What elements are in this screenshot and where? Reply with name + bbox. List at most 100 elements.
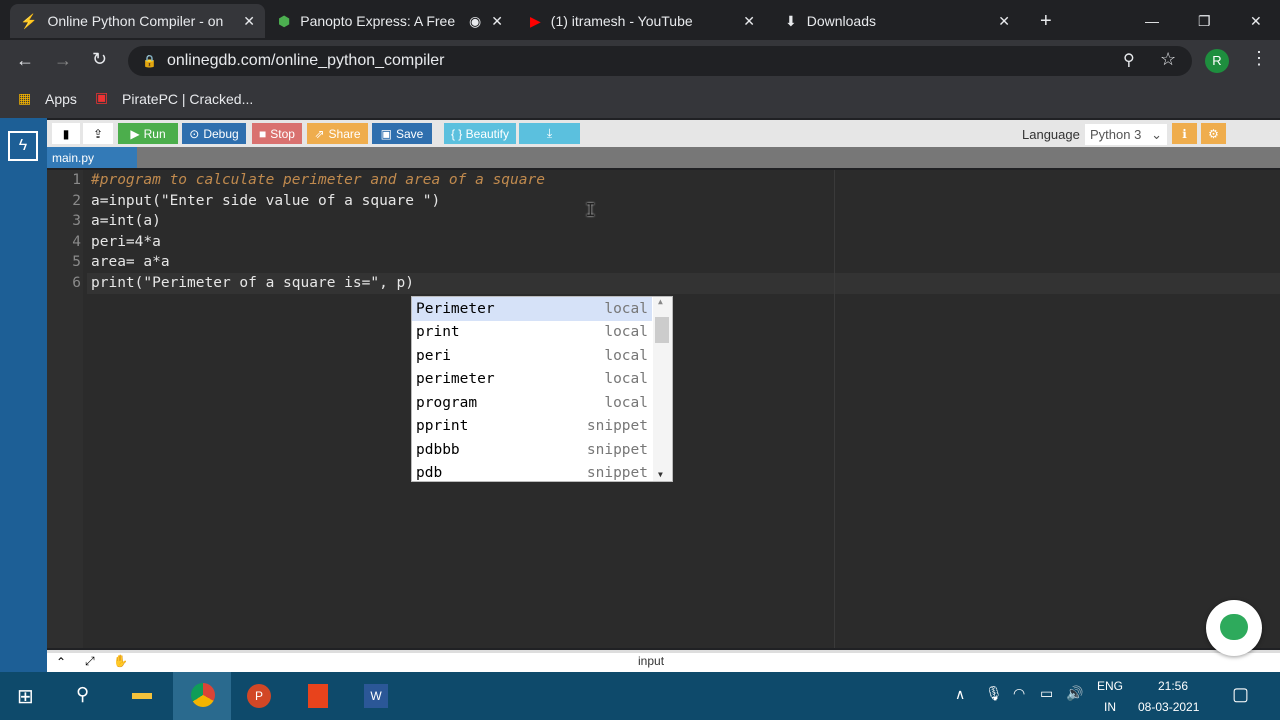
download-button[interactable]: ⤓ bbox=[519, 123, 580, 144]
settings-button[interactable]: ⚙ bbox=[1201, 123, 1226, 144]
suggestion-label: Perimeter bbox=[416, 300, 495, 317]
region-indicator: IN bbox=[1104, 700, 1116, 714]
tab-main-py[interactable]: main.py bbox=[47, 147, 137, 168]
zoom-icon[interactable]: ⚲ bbox=[1123, 50, 1135, 70]
word-icon[interactable]: W bbox=[364, 684, 388, 708]
line-number: 2 bbox=[72, 192, 81, 209]
download-icon: ⬇ bbox=[785, 12, 797, 29]
suggestion-kind: local bbox=[604, 394, 648, 411]
minimize-button[interactable]: — bbox=[1135, 4, 1169, 38]
chrome-taskbar-button[interactable] bbox=[173, 672, 231, 720]
language-label: Language bbox=[1022, 127, 1080, 142]
bookmark-piratepc[interactable]: PiratePC | Cracked... bbox=[122, 91, 253, 107]
stop-button[interactable]: ■ Stop bbox=[252, 123, 302, 144]
chrome-icon bbox=[191, 683, 215, 707]
save-icon: ▣ bbox=[380, 126, 392, 141]
close-icon[interactable]: ✕ bbox=[491, 13, 503, 30]
windows-start-icon[interactable]: ⊞ bbox=[17, 684, 34, 709]
autocomplete-item[interactable]: pdb snippet bbox=[412, 462, 652, 486]
url-input[interactable]: 🔒 onlinegdb.com/online_python_compiler bbox=[128, 46, 1192, 76]
suggestion-label: print bbox=[416, 324, 460, 341]
code-line: print("Perimeter of a square is=", p) bbox=[91, 274, 415, 291]
stop-icon: ■ bbox=[259, 126, 267, 141]
wifi-icon[interactable]: ◠ bbox=[1013, 685, 1025, 702]
restore-button[interactable]: ❐ bbox=[1188, 4, 1221, 38]
autocomplete-item[interactable]: perimeter local bbox=[412, 368, 652, 392]
close-window-button[interactable]: ✕ bbox=[1240, 4, 1272, 38]
scrollbar-thumb[interactable] bbox=[655, 317, 669, 343]
suggestion-kind: snippet bbox=[586, 441, 648, 458]
autocomplete-popup[interactable]: Perimeter local print local peri local perimet… bbox=[411, 296, 673, 482]
autocomplete-item[interactable]: peri local bbox=[412, 344, 652, 368]
chevron-up-icon[interactable]: ∧ bbox=[955, 686, 965, 703]
autocomplete-item[interactable]: program local bbox=[412, 391, 652, 415]
bookmark-apps[interactable]: Apps bbox=[45, 91, 77, 107]
scrollbar[interactable]: ▲ ▼ bbox=[653, 297, 672, 481]
sidebar-toggle-icon[interactable]: ϟ bbox=[8, 131, 38, 161]
suggestion-label: program bbox=[416, 394, 478, 411]
autocomplete-item[interactable]: Perimeter local bbox=[412, 297, 652, 321]
taskbar: ⊞ ⚲ ▬ P W ∧ 🎙 ◠ ▭ 🔊 ENG IN 21:56 08-03-2… bbox=[0, 672, 1280, 720]
share-icon: ⇗ bbox=[314, 126, 325, 141]
suggestion-label: peri bbox=[416, 347, 451, 364]
office-icon[interactable] bbox=[308, 684, 328, 708]
code-line: a=input("Enter side value of a square ") bbox=[91, 192, 441, 209]
close-icon[interactable]: ✕ bbox=[243, 13, 255, 30]
battery-icon[interactable]: ▭ bbox=[1040, 685, 1053, 702]
clear-icon[interactable]: ✋ bbox=[113, 654, 128, 668]
youtube-icon: ▶ bbox=[530, 12, 541, 29]
menu-icon[interactable]: ⋮ bbox=[1250, 48, 1268, 69]
avatar[interactable]: R bbox=[1205, 49, 1229, 73]
save-button[interactable]: ▣ Save bbox=[372, 123, 432, 144]
panopto-icon: ⬢ bbox=[278, 12, 291, 29]
autocomplete-item[interactable]: pprint snippet bbox=[412, 415, 652, 439]
collapse-icon[interactable]: ⌃ bbox=[56, 655, 66, 669]
clock-time[interactable]: 21:56 bbox=[1158, 679, 1188, 693]
back-icon[interactable]: ← bbox=[16, 50, 34, 71]
run-button[interactable]: ▶ Run bbox=[118, 123, 178, 144]
suggestion-kind: snippet bbox=[586, 418, 648, 435]
forward-icon[interactable]: → bbox=[54, 50, 72, 71]
download-icon: ⤓ bbox=[546, 126, 553, 140]
browser-tab-strip: ⚡ Online Python Compiler - on ✕ ⬢ Panopto E… bbox=[0, 0, 1280, 40]
upload-button[interactable]: ⇪ bbox=[83, 123, 113, 144]
line-number: 6 bbox=[72, 274, 81, 291]
info-button[interactable]: ℹ bbox=[1172, 123, 1197, 144]
tab-downloads[interactable]: ⬇ Downloads ✕ bbox=[775, 4, 1020, 38]
star-icon[interactable]: ☆ bbox=[1160, 49, 1176, 70]
powerpoint-icon[interactable]: P bbox=[247, 684, 271, 708]
suggestion-kind: local bbox=[604, 347, 648, 364]
info-icon: ℹ bbox=[1182, 126, 1187, 141]
new-file-button[interactable]: ▮ bbox=[52, 123, 80, 144]
new-tab-button[interactable]: + bbox=[1030, 4, 1062, 38]
language-indicator[interactable]: ENG bbox=[1097, 679, 1123, 693]
bookmarks-bar: ▦ Apps ▣ PiratePC | Cracked... bbox=[0, 82, 1280, 118]
share-button[interactable]: ⇗ Share bbox=[307, 123, 368, 144]
close-icon[interactable]: ✕ bbox=[743, 13, 755, 30]
suggestion-kind: local bbox=[604, 300, 648, 317]
tab-online-python-compiler[interactable]: ⚡ Online Python Compiler - on ✕ bbox=[10, 4, 265, 38]
line-number: 1 bbox=[72, 172, 81, 188]
tab-panopto[interactable]: ⬢ Panopto Express: A Free ◉ ✕ bbox=[268, 4, 513, 38]
beautify-button[interactable]: { } Beautify bbox=[444, 123, 516, 144]
microphone-icon[interactable]: 🎙 bbox=[985, 685, 1003, 702]
line-number: 4 bbox=[72, 233, 81, 250]
search-icon[interactable]: ⚲ bbox=[76, 684, 89, 705]
file-tabs: main.py bbox=[47, 147, 1280, 168]
line-number: 5 bbox=[72, 254, 81, 270]
reload-icon[interactable]: ↻ bbox=[92, 49, 107, 70]
toolbar: ▮ ⇪ ▶ Run ⊙ Debug ■ Stop ⇗ Share ▣ Save { } B… bbox=[47, 120, 1280, 148]
io-panel-bar: ⌃ ⤢ ✋ input bbox=[47, 650, 1280, 672]
autocomplete-item[interactable]: pdbbb snippet bbox=[412, 438, 652, 462]
input-tab[interactable]: input bbox=[638, 654, 664, 668]
file-explorer-icon[interactable]: ▬ bbox=[132, 682, 152, 705]
autocomplete-item[interactable]: print local bbox=[412, 321, 652, 345]
expand-icon[interactable]: ⤢ bbox=[85, 654, 95, 669]
debug-button[interactable]: ⊙ Debug bbox=[182, 123, 246, 144]
close-icon[interactable]: ✕ bbox=[998, 13, 1010, 30]
volume-icon[interactable]: 🔊 bbox=[1066, 685, 1083, 702]
chat-button[interactable] bbox=[1206, 600, 1262, 656]
tab-youtube[interactable]: ▶ (1) itramesh - YouTube ✕ bbox=[520, 4, 765, 38]
notifications-icon[interactable]: ▢ bbox=[1232, 684, 1249, 705]
language-select[interactable]: Python 3 ⌄ bbox=[1085, 124, 1167, 145]
